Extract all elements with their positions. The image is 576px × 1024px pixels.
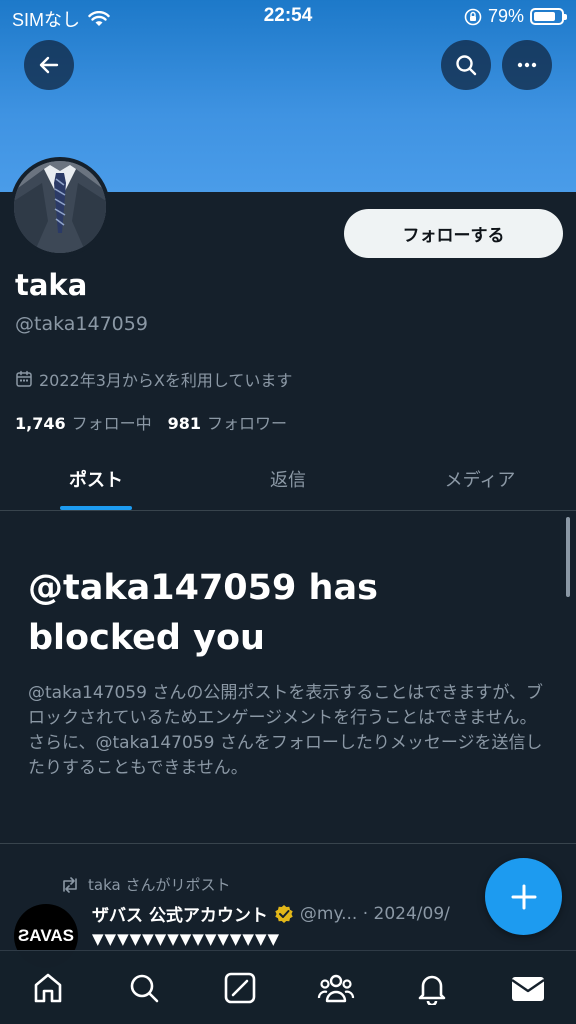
battery-icon	[530, 8, 567, 25]
plus-icon	[511, 884, 536, 909]
tab-replies[interactable]: 返信	[192, 448, 384, 510]
profile-tabs: ポスト 返信 メディア	[0, 448, 576, 511]
followers-label: フォロワー	[207, 414, 288, 433]
profile-avatar[interactable]	[10, 157, 110, 257]
bottom-nav	[0, 950, 576, 1024]
blocked-title: @taka147059 has blocked you	[28, 568, 378, 658]
joined-date: 2022年3月からXを利用しています	[15, 367, 292, 391]
repost-indicator[interactable]: taka さんがリポスト	[60, 874, 230, 895]
home-icon	[34, 973, 62, 1002]
orientation-lock-icon	[464, 8, 482, 25]
avatar-image	[14, 161, 106, 253]
following-link[interactable]: 1,746 フォロー中	[15, 410, 152, 434]
status-bar: SIMなし 22:54 79%	[0, 0, 576, 34]
following-count: 1,746	[15, 414, 66, 433]
repost-label: taka さんがリポスト	[88, 876, 231, 894]
battery-fill	[534, 12, 555, 21]
search-icon	[456, 55, 477, 76]
tweet-meta: @my... · 2024/09/	[299, 903, 450, 924]
communities-icon	[317, 974, 355, 1002]
verified-badge-icon	[275, 904, 293, 923]
arrow-left-icon	[39, 56, 59, 74]
display-name: taka	[15, 268, 88, 302]
following-label: フォロー中	[71, 414, 152, 433]
search-button[interactable]	[441, 40, 491, 90]
nav-home[interactable]	[0, 951, 96, 1024]
divider	[0, 843, 576, 844]
profile-handle: @taka147059	[15, 313, 148, 335]
tweet-avatar-logo: ƧAVAS	[17, 926, 75, 945]
nav-search[interactable]	[96, 951, 192, 1024]
search-icon	[130, 974, 159, 1002]
more-icon	[517, 62, 537, 68]
tweet-header[interactable]: ザバス 公式アカウント @my... · 2024/09/	[92, 901, 450, 927]
status-right: 79%	[464, 6, 567, 27]
scrollbar[interactable]	[566, 517, 570, 597]
followers-count: 981	[167, 414, 202, 433]
tweet-author-name: ザバス 公式アカウント	[92, 906, 268, 926]
nav-communities[interactable]	[288, 951, 384, 1024]
repost-icon	[63, 876, 77, 893]
joined-text: 2022年3月からXを利用しています	[39, 371, 293, 390]
mail-icon	[511, 976, 545, 1001]
more-button[interactable]	[502, 40, 552, 90]
nav-grok[interactable]	[192, 951, 288, 1024]
tab-media[interactable]: メディア	[384, 448, 576, 510]
battery-percent: 79%	[487, 6, 524, 26]
tweet-body: ▼▼▼▼▼▼▼▼▼▼▼▼▼▼▼	[92, 930, 281, 948]
grok-icon	[224, 972, 256, 1003]
compose-button[interactable]	[485, 858, 562, 935]
back-button[interactable]	[24, 40, 74, 90]
blocked-description: @taka147059 さんの公開ポストを表示することはできますが、ブロックされ…	[28, 683, 544, 778]
bell-icon	[418, 975, 446, 1005]
calendar-icon	[16, 370, 32, 387]
tab-posts[interactable]: ポスト	[0, 448, 192, 510]
nav-messages[interactable]	[480, 951, 576, 1024]
followers-link[interactable]: 981 フォロワー	[168, 410, 287, 434]
nav-notifications[interactable]	[384, 951, 480, 1024]
follow-counts: 1,746 フォロー中 981 フォロワー	[15, 410, 287, 434]
follow-button[interactable]: フォローする	[344, 209, 563, 258]
